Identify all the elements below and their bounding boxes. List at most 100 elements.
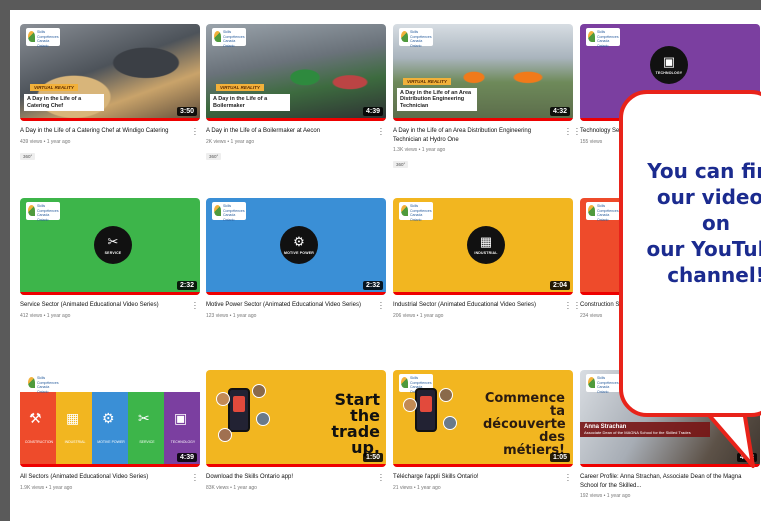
video-thumbnail[interactable]: Skills Compétences Canada Ontario VIRTUA… (393, 24, 573, 121)
video-views: 1.9K views • 1 year ago (20, 484, 73, 491)
video-title[interactable]: Career Profile: Anna Strachan, Associate… (580, 473, 746, 490)
video-views: 21 views • 1 year ago (393, 484, 441, 491)
vr-caption: VIRTUAL REALITY A Day in the Life of a B… (210, 76, 290, 111)
duration-badge: 2:32 (176, 281, 197, 290)
video-title[interactable]: A Day in the Life of an Area Distributio… (393, 127, 559, 144)
duration-badge: 1:50 (362, 453, 383, 462)
360-badge: 360° (393, 161, 409, 168)
vr-badge: VIRTUAL REALITY (403, 77, 451, 85)
video-thumbnail[interactable]: Skills Compétences Canada Ontario VIRTUA… (20, 24, 200, 121)
vr-badge: VIRTUAL REALITY (30, 84, 78, 91)
computer-icon: ▣ TECHNOLOGY (650, 46, 688, 84)
video-title[interactable]: A Day in the Life of a Boilermaker at Ae… (206, 127, 372, 136)
video-views: 439 views • 1 year ago (20, 138, 71, 145)
more-options-icon[interactable]: · · · (378, 471, 384, 485)
video-title[interactable]: Service Sector (Animated Educational Vid… (20, 301, 186, 310)
vr-badge: VIRTUAL REALITY (216, 84, 264, 91)
more-options-icon[interactable]: · · · (192, 125, 198, 139)
video-meta: Download the Skills Ontario app! 83K vie… (206, 467, 386, 491)
vr-caption: VIRTUAL REALITY A Day in the Life of an … (397, 70, 477, 111)
more-options-icon[interactable]: · · · (378, 125, 384, 139)
360-badge: 360° (20, 152, 36, 160)
more-options-icon[interactable]: · · · (378, 299, 384, 313)
more-options-icon[interactable]: · · · (192, 299, 198, 313)
duration-badge: 3:50 (176, 107, 197, 116)
video-views: 412 views • 1 year ago (20, 312, 71, 319)
thumbnail-caption: A Day in the Life of a Boilermaker (210, 94, 290, 111)
panel-icon: ▦ (66, 410, 80, 426)
video-views: 1.3K views • 1 year ago (393, 147, 446, 153)
thumbnail-caption: A Day in the Life of an Area Distributio… (397, 87, 477, 111)
skills-ontario-logo: Skills Compétences Canada Ontario (26, 202, 60, 222)
duration-badge: 4:39 (176, 453, 197, 462)
video-views: 192 views • 1 year ago (580, 493, 631, 499)
gear-icon: ⚙ (102, 410, 115, 426)
video-card-telecharge-app[interactable]: Skills Compétences Canada Ontario Commen… (393, 370, 573, 491)
sector-caption: INDUSTRIAL (64, 440, 86, 444)
video-card-download-app[interactable]: Start the trade up. 1:50 Download the Sk… (206, 370, 386, 491)
skills-ontario-logo: Skills Compétences Canada Ontario (212, 202, 246, 222)
video-card-motive-power[interactable]: Skills Compétences Canada Ontario ⚙ MOTI… (206, 198, 386, 319)
video-meta: All Sectors (Animated Educational Video … (20, 467, 200, 491)
video-thumbnail[interactable]: Skills Compétences Canada Ontario ⚒ ▦ ⚙ … (20, 370, 200, 467)
video-views: 206 views • 1 year ago (393, 312, 444, 319)
promo-headline: Start the trade up. (331, 390, 380, 457)
skills-ontario-logo: Skills Compétences Canada Ontario (212, 28, 246, 48)
more-options-icon[interactable]: · · · (574, 299, 580, 313)
thumbnail-caption: A Day in the Life of a Catering Chef (24, 94, 104, 111)
video-card-boilermaker[interactable]: Skills Compétences Canada Ontario VIRTUA… (206, 24, 386, 163)
video-card-all-sectors[interactable]: Skills Compétences Canada Ontario ⚒ ▦ ⚙ … (20, 370, 200, 491)
video-title[interactable]: Industrial Sector (Animated Educational … (393, 301, 559, 310)
more-options-icon[interactable]: · · · (574, 125, 580, 139)
video-thumbnail[interactable]: Skills Compétences Canada Ontario VIRTUA… (206, 24, 386, 121)
video-thumbnail[interactable]: Skills Compétences Canada Ontario ▦ INDU… (393, 198, 573, 295)
video-thumbnail[interactable]: Skills Compétences Canada Ontario Commen… (393, 370, 573, 467)
video-thumbnail[interactable]: Skills Compétences Canada Ontario ✂ SERV… (20, 198, 200, 295)
video-meta: Motive Power Sector (Animated Educationa… (206, 295, 386, 319)
duration-badge: 2:04 (549, 281, 570, 290)
360-badge: 360° (206, 152, 222, 160)
skills-ontario-logo: Skills Compétences Canada Ontario (26, 374, 60, 394)
video-title[interactable]: Télécharge l'appli Skills Ontario! (393, 473, 559, 482)
video-meta: A Day in the Life of an Area Distributio… (393, 121, 573, 171)
sector-stripe-service (128, 392, 164, 467)
sector-caption: MOTIVE POWER (97, 440, 125, 444)
video-title[interactable]: A Day in the Life of a Catering Chef at … (20, 127, 186, 136)
sector-caption: SERVICE (139, 440, 155, 444)
video-meta: A Day in the Life of a Catering Chef at … (20, 121, 200, 163)
skills-ontario-logo: Skills Compétences Canada Ontario (26, 28, 60, 48)
promo-headline: Commence ta découverte des métiers! (483, 391, 566, 458)
video-thumbnail[interactable]: Skills Compétences Canada Ontario ⚙ MOTI… (206, 198, 386, 295)
callout-text: You can find our videos on our YouTube c… (646, 159, 761, 287)
more-options-icon[interactable]: · · · (565, 471, 571, 485)
duration-badge: 4:32 (549, 107, 570, 116)
video-thumbnail[interactable]: Start the trade up. 1:50 (206, 370, 386, 467)
skills-ontario-logo: Skills Compétences Canada Ontario (586, 202, 620, 222)
video-meta: Télécharge l'appli Skills Ontario! 21 vi… (393, 467, 573, 491)
skills-ontario-logo: Skills Compétences Canada Ontario (399, 202, 433, 222)
sector-stripe-motive-power (92, 392, 128, 467)
gear-icon: ⚙ MOTIVE POWER (280, 226, 318, 264)
video-title[interactable]: Download the Skills Ontario app! (206, 473, 372, 482)
video-card-distribution-tech[interactable]: Skills Compétences Canada Ontario VIRTUA… (393, 24, 573, 171)
video-meta: Service Sector (Animated Educational Vid… (20, 295, 200, 319)
vr-caption: VIRTUAL REALITY A Day in the Life of a C… (24, 76, 104, 111)
video-card-catering-chef[interactable]: Skills Compétences Canada Ontario VIRTUA… (20, 24, 200, 163)
skills-ontario-logo: Skills Compétences Canada Ontario (399, 28, 433, 48)
sector-caption: CONSTRUCTION (24, 440, 54, 444)
video-views: 2K views • 1 year ago (206, 138, 255, 145)
more-options-icon[interactable]: · · · (565, 125, 571, 139)
more-options-icon[interactable]: · · · (565, 299, 571, 313)
sector-stripe-construction (20, 392, 56, 467)
computer-icon: ▣ (174, 410, 188, 426)
video-title[interactable]: All Sectors (Animated Educational Video … (20, 473, 186, 482)
video-card-industrial[interactable]: Skills Compétences Canada Ontario ▦ INDU… (393, 198, 573, 319)
sector-caption: TECHNOLOGY (170, 440, 196, 444)
video-meta: Industrial Sector (Animated Educational … (393, 295, 573, 319)
video-card-service[interactable]: Skills Compétences Canada Ontario ✂ SERV… (20, 198, 200, 319)
skills-ontario-logo: Skills Compétences Canada Ontario (586, 28, 620, 48)
video-title[interactable]: Motive Power Sector (Animated Educationa… (206, 301, 372, 310)
phone-icon (228, 388, 250, 432)
more-options-icon[interactable]: · · · (192, 471, 198, 485)
video-meta: A Day in the Life of a Boilermaker at Ae… (206, 121, 386, 163)
